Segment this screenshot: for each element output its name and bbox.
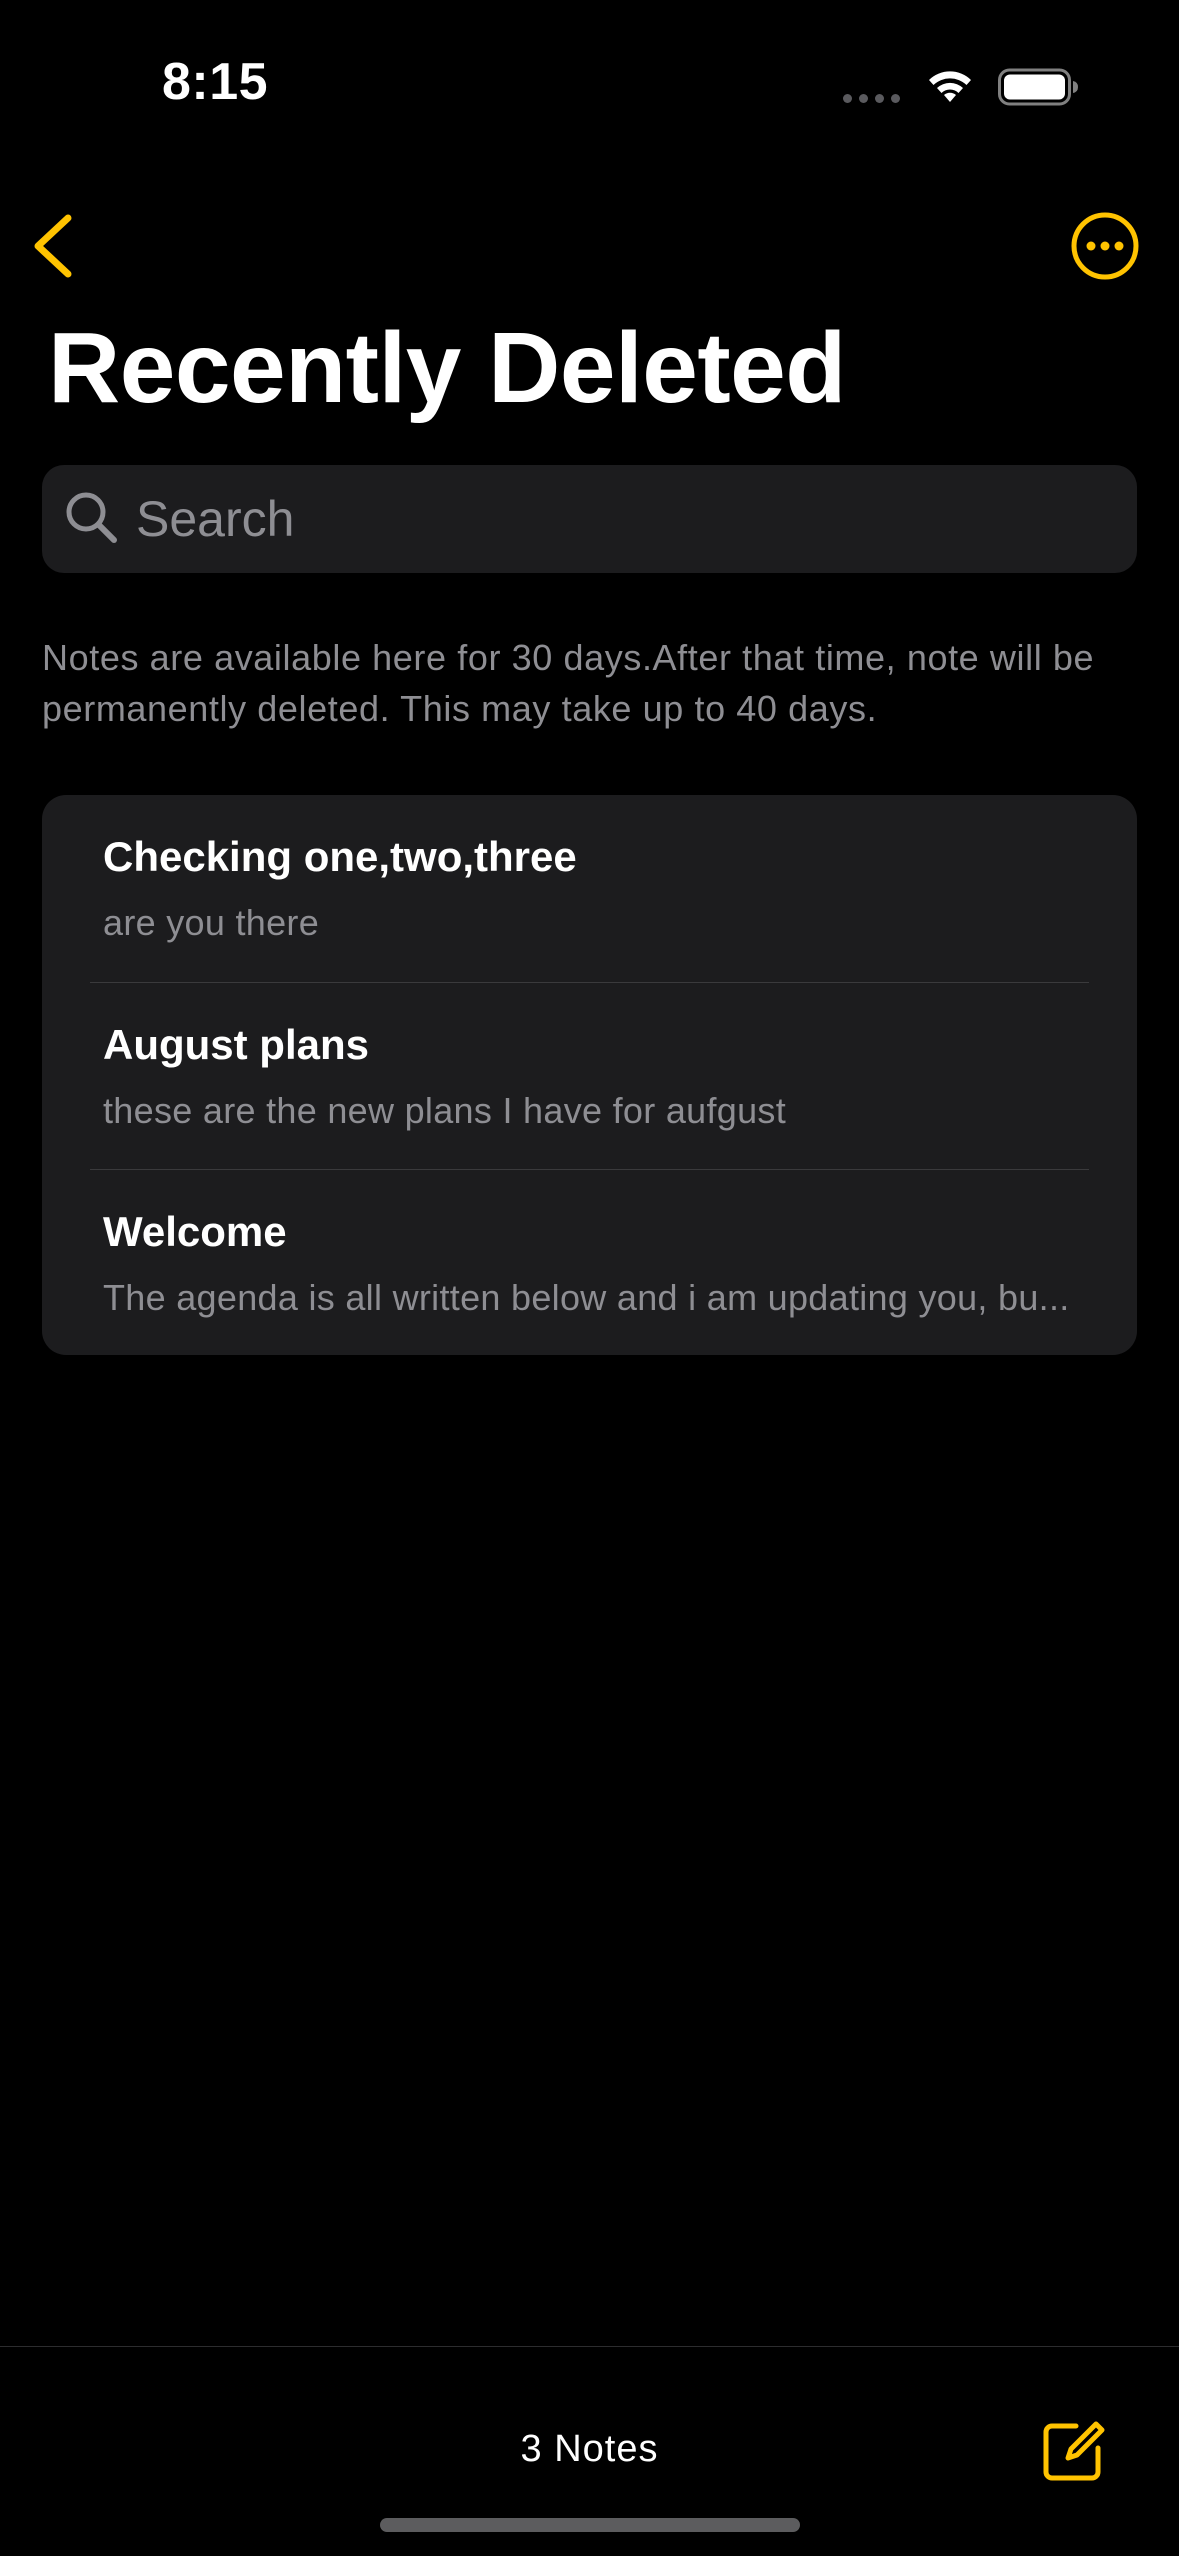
note-snippet: are you there — [103, 902, 320, 943]
back-button[interactable] — [26, 206, 86, 286]
deleted-notes-list: Checking one,two,three are you there Aug… — [42, 795, 1137, 1355]
home-indicator — [380, 2518, 800, 2532]
toolbar-divider — [0, 2346, 1179, 2347]
search-icon — [66, 492, 117, 543]
note-row[interactable]: Checking one,two,three are you there — [42, 795, 1137, 982]
battery-icon — [998, 68, 1078, 106]
retention-info-text: Notes are available here for 30 days.Aft… — [42, 637, 1095, 729]
compose-button[interactable] — [1040, 2416, 1108, 2484]
note-title: Welcome — [103, 1208, 287, 1255]
page-title: Recently Deleted — [48, 312, 846, 424]
notes-count-label: 3 Notes — [520, 2428, 659, 2470]
note-title: August plans — [103, 1021, 370, 1068]
search-input[interactable] — [136, 465, 1096, 573]
note-snippet: these are the new plans I have for aufgu… — [103, 1090, 787, 1131]
note-snippet: The agenda is all written below and i am… — [103, 1277, 1070, 1318]
search-bar[interactable] — [42, 465, 1137, 573]
note-title: Checking one,two,three — [103, 833, 577, 880]
status-time: 8:15 — [162, 53, 269, 111]
wifi-icon — [929, 71, 971, 102]
note-row[interactable]: August plans these are the new plans I h… — [42, 983, 1137, 1170]
cellular-signal-icon — [843, 94, 903, 104]
note-row[interactable]: Welcome The agenda is all written below … — [42, 1170, 1137, 1355]
more-options-button[interactable] — [1069, 210, 1141, 282]
